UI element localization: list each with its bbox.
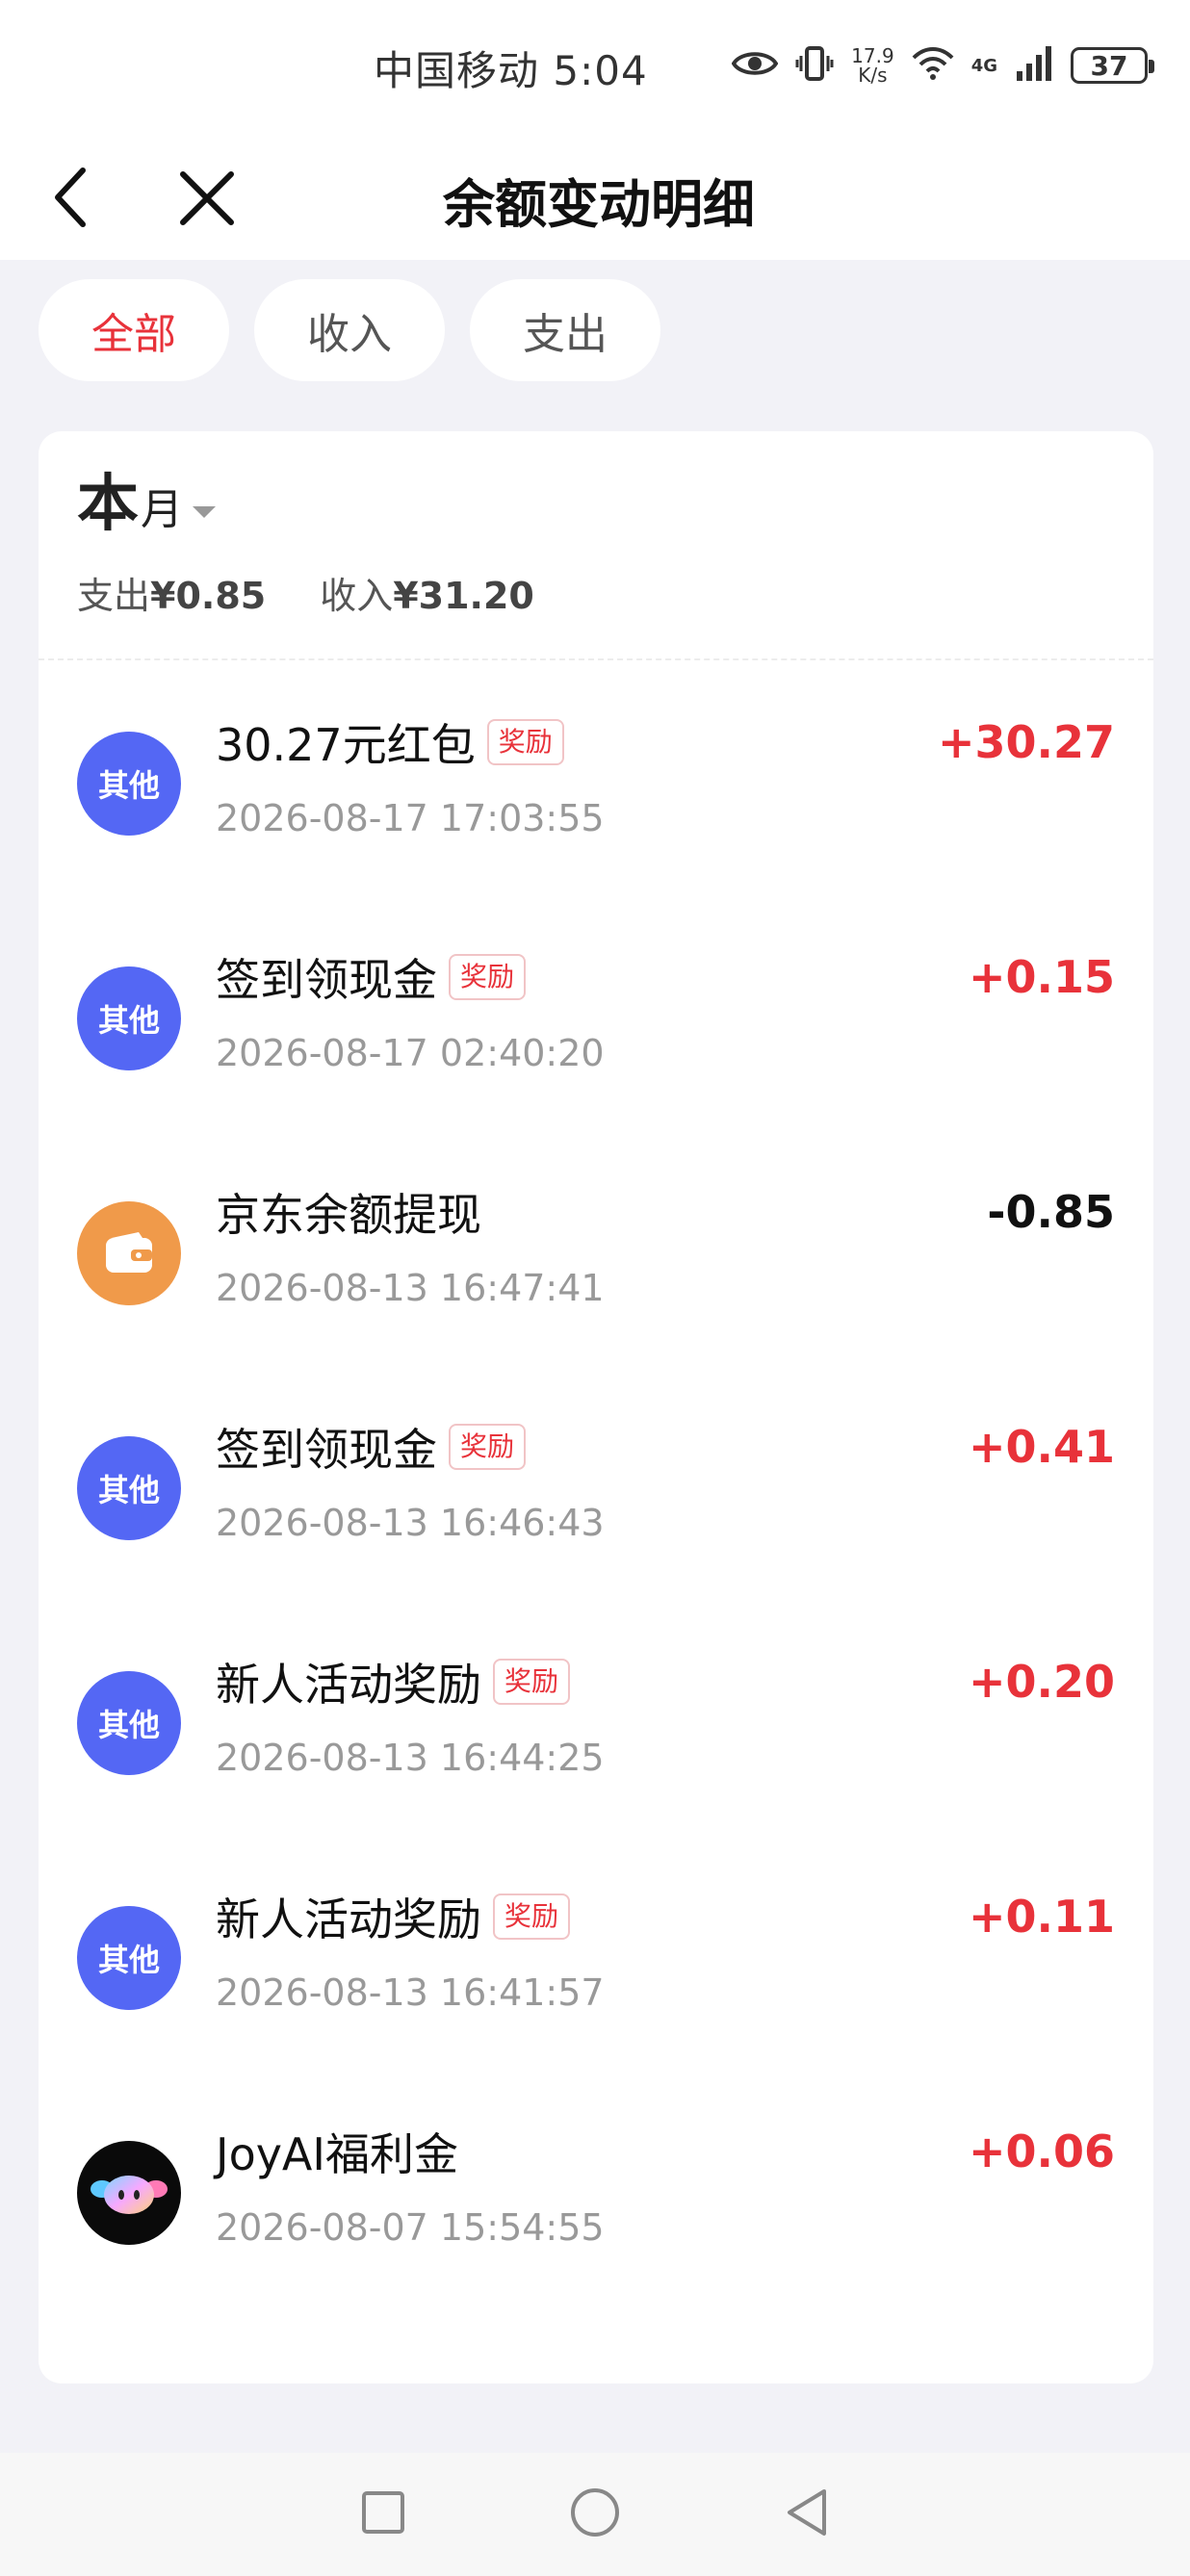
tx-title: 新人活动奖励 (216, 1659, 481, 1711)
period-label-big: 本 (77, 469, 139, 540)
expense-value: ¥0.85 (150, 575, 267, 617)
net-speed-value: 17.9 (851, 44, 894, 67)
income-label: 收入 (320, 575, 394, 617)
circle-icon (569, 2486, 621, 2542)
status-icons: 17.9 K/s 4G 37 (731, 42, 1154, 89)
carrier-time: 中国移动 5:04 (374, 47, 648, 94)
income-value: ¥31.20 (393, 575, 534, 617)
tx-time: 2026-08-13 16:47:41 (216, 1267, 605, 1309)
wallet-icon (77, 1201, 181, 1305)
list-item[interactable]: 其他 签到领现金 奖励 2026-08-13 16:46:43 +0.41 (39, 1367, 1153, 1602)
tab-income[interactable]: 收入 (254, 279, 445, 381)
page-title: 余额变动明细 (443, 174, 755, 235)
other-category-icon: 其他 (77, 966, 181, 1070)
recents-button[interactable] (354, 2486, 412, 2543)
caret-down-icon (193, 506, 216, 518)
tx-title-row: 京东余额提现 (216, 1180, 481, 1244)
list-item[interactable]: 其他 签到领现金 奖励 2026-08-17 02:40:20 +0.15 (39, 897, 1153, 1132)
divider (39, 658, 1153, 660)
tx-time: 2026-08-17 17:03:55 (216, 797, 605, 839)
tx-amount: +30.27 (937, 716, 1115, 768)
list-item[interactable]: 京东余额提现 2026-08-13 16:47:41 -0.85 (39, 1132, 1153, 1367)
battery-indicator: 37 (1071, 47, 1154, 84)
tx-title-row: 新人活动奖励 奖励 (216, 1885, 571, 1948)
reward-badge: 奖励 (493, 1659, 571, 1705)
tx-title-row: 签到领现金 奖励 (216, 1415, 527, 1479)
period-summary: 支出¥0.85 收入¥31.20 (77, 566, 534, 619)
tab-expense[interactable]: 支出 (470, 279, 660, 381)
tx-amount: +0.15 (968, 951, 1115, 1003)
reward-badge: 奖励 (449, 954, 527, 1000)
tx-amount: +0.20 (968, 1656, 1115, 1708)
expense-label: 支出 (77, 575, 151, 617)
wifi-icon (912, 46, 954, 85)
tx-title-row: 30.27元红包 奖励 (216, 710, 564, 774)
tx-amount: +0.41 (968, 1421, 1115, 1473)
list-item[interactable]: 其他 30.27元红包 奖励 2026-08-17 17:03:55 +30.2… (39, 662, 1153, 897)
tx-amount: +0.11 (968, 1891, 1115, 1943)
tx-title-row: 签到领现金 奖励 (216, 945, 527, 1009)
tx-time: 2026-08-17 02:40:20 (216, 1032, 605, 1074)
reward-badge: 奖励 (449, 1424, 527, 1470)
system-nav-bar (0, 2453, 1190, 2576)
filter-tabs: 全部 收入 支出 (39, 279, 660, 381)
transactions-card: 本 月 支出¥0.85 收入¥31.20 其他 30.27元红包 奖励 2026… (39, 431, 1153, 2383)
system-back-button[interactable] (778, 2486, 836, 2543)
tx-title: 签到领现金 (216, 954, 437, 1006)
tx-title: 签到领现金 (216, 1424, 437, 1476)
tx-title: JoyAI福利金 (216, 2128, 458, 2180)
tx-amount: +0.06 (968, 2125, 1115, 2177)
expense-summary: 支出¥0.85 (77, 566, 266, 619)
tx-title: 30.27元红包 (216, 719, 476, 771)
other-category-icon: 其他 (77, 1906, 181, 2010)
vibrate-icon (795, 44, 834, 87)
period-selector[interactable]: 本 月 (77, 470, 216, 539)
joyai-logo-icon (77, 2141, 181, 2245)
tx-time: 2026-08-13 16:41:57 (216, 1971, 605, 2014)
list-item[interactable]: 其他 新人活动奖励 奖励 2026-08-13 16:44:25 +0.20 (39, 1602, 1153, 1837)
tx-amount: -0.85 (987, 1186, 1115, 1238)
other-category-icon: 其他 (77, 1671, 181, 1775)
list-item[interactable]: 其他 新人活动奖励 奖励 2026-08-13 16:41:57 +0.11 (39, 1837, 1153, 2072)
network-type: 4G (970, 55, 997, 76)
home-button[interactable] (566, 2486, 624, 2543)
status-bar: 中国移动 5:04 17.9 K/s 4G 37 (0, 0, 1190, 135)
tx-time: 2026-08-13 16:46:43 (216, 1502, 605, 1544)
transaction-list: 其他 30.27元红包 奖励 2026-08-17 17:03:55 +30.2… (39, 662, 1153, 2306)
eye-icon (731, 48, 779, 83)
tx-time: 2026-08-13 16:44:25 (216, 1737, 605, 1779)
tab-all[interactable]: 全部 (39, 279, 229, 381)
tx-title: 京东余额提现 (216, 1189, 481, 1241)
signal-icon (1015, 46, 1053, 85)
income-summary: 收入¥31.20 (320, 566, 534, 619)
tx-time: 2026-08-07 15:54:55 (216, 2206, 605, 2249)
square-icon (360, 2489, 406, 2539)
other-category-icon: 其他 (77, 732, 181, 836)
tx-title-row: 新人活动奖励 奖励 (216, 1650, 571, 1713)
tx-title-row: JoyAI福利金 (216, 2120, 458, 2183)
period-label-small: 月 (141, 485, 183, 534)
other-category-icon: 其他 (77, 1436, 181, 1540)
net-speed: 17.9 K/s (851, 46, 894, 85)
reward-badge: 奖励 (486, 719, 564, 765)
tx-title: 新人活动奖励 (216, 1893, 481, 1945)
triangle-back-icon (784, 2487, 830, 2541)
list-item[interactable]: JoyAI福利金 2026-08-07 15:54:55 +0.06 (39, 2072, 1153, 2306)
net-speed-unit: K/s (858, 64, 888, 87)
nav-bar: 余额变动明细 (0, 135, 1190, 260)
reward-badge: 奖励 (493, 1893, 571, 1940)
